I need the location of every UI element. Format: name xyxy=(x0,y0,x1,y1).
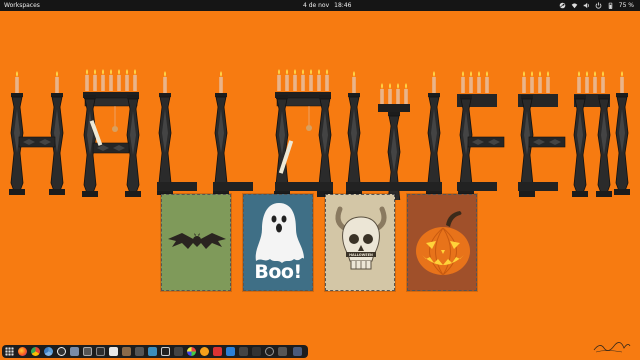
letter-w xyxy=(345,71,443,200)
letter-e-2 xyxy=(518,71,566,198)
settings-icon[interactable] xyxy=(226,347,235,356)
text-editor-icon[interactable] xyxy=(109,347,118,356)
obs-icon[interactable] xyxy=(57,347,66,356)
image-viewer-icon[interactable] xyxy=(83,347,92,356)
chat-icon[interactable] xyxy=(187,347,196,356)
color-icon[interactable] xyxy=(174,347,183,356)
files-icon[interactable] xyxy=(70,347,79,356)
bat-card xyxy=(161,194,231,291)
letter-l-1 xyxy=(156,71,197,196)
box-icon[interactable] xyxy=(122,347,131,356)
inkscape-icon[interactable] xyxy=(161,347,170,356)
signature-graphic xyxy=(593,342,631,353)
media-icon[interactable] xyxy=(278,347,287,356)
letter-a xyxy=(81,69,142,198)
drive-icon[interactable] xyxy=(293,347,302,356)
app-grid-icon[interactable] xyxy=(5,347,14,356)
boo-text: Boo! xyxy=(254,261,302,283)
halloween-title-artwork xyxy=(8,69,631,200)
shield-icon[interactable] xyxy=(213,347,222,356)
firefox-icon[interactable] xyxy=(18,347,27,356)
monitor-icon[interactable] xyxy=(265,347,274,356)
letter-h xyxy=(8,71,66,196)
pumpkin-card xyxy=(407,194,477,291)
vscode-icon[interactable] xyxy=(200,347,209,356)
letter-l-2 xyxy=(212,71,253,196)
game-icon[interactable] xyxy=(148,347,157,356)
bat-icon xyxy=(168,233,226,249)
chromium-icon[interactable] xyxy=(44,347,53,356)
terminal-icon[interactable] xyxy=(96,347,105,356)
letter-n xyxy=(571,71,631,198)
letter-o xyxy=(273,69,334,198)
pen-icon[interactable] xyxy=(239,347,248,356)
pumpkin-icon xyxy=(416,211,470,276)
skull-banner-text: HALLOWEEN xyxy=(349,253,373,257)
dock xyxy=(2,345,308,358)
skull-icon: HALLOWEEN xyxy=(335,206,387,270)
letter-e-1 xyxy=(457,71,505,198)
calculator-icon[interactable] xyxy=(135,347,144,356)
clock-icon[interactable] xyxy=(252,347,261,356)
skull-card: HALLOWEEN xyxy=(325,194,395,291)
ghost-card: Boo! xyxy=(243,194,313,291)
chrome-icon[interactable] xyxy=(31,347,40,356)
